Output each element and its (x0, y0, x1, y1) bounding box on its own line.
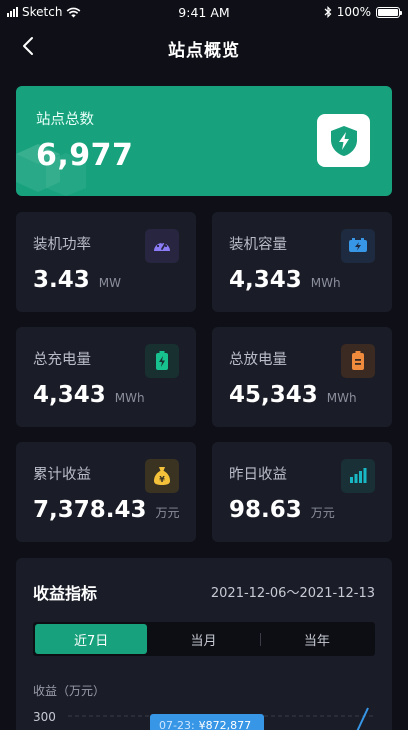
panel-title: 收益指标 (33, 584, 98, 603)
date-range[interactable]: 2021-12-06～2021-12-13 (211, 582, 375, 601)
tab-last-7-days[interactable]: 近7日 (35, 624, 148, 654)
period-tabs: 近7日 当月 当年 (33, 622, 375, 656)
stat-value: 45,343 (229, 382, 318, 408)
chart-y-tick: 300 (33, 710, 56, 724)
stat-value: 4,343 (33, 382, 106, 408)
status-right: 100% (324, 5, 402, 19)
status-bar: Sketch 9:41 AM 100% (0, 0, 408, 24)
total-sites-card: 站点总数 6,977 (16, 86, 392, 196)
stat-label: 累计收益 (33, 467, 91, 483)
stat-card-discharge: 总放电量 45,343 MWh (212, 327, 392, 427)
gauge-icon (145, 229, 179, 263)
battery-icon (376, 6, 402, 18)
tab-this-year[interactable]: 当年 (261, 624, 373, 654)
stat-label: 总充电量 (33, 352, 91, 368)
nav-bar: 站点概览 (0, 30, 408, 64)
stat-value-row: 7,378.43 万元 (33, 497, 180, 523)
stat-value-row: 3.43 MW (33, 267, 121, 293)
stat-unit: 万元 (155, 506, 180, 520)
stat-card-power: 装机功率 3.43 MW (16, 212, 196, 312)
stat-value-row: 98.63 万元 (229, 497, 335, 523)
stat-label: 总放电量 (229, 352, 287, 368)
stat-label: 装机容量 (229, 237, 287, 253)
battery-discharge-icon (341, 344, 375, 378)
battery-percent: 100% (336, 5, 371, 19)
stat-unit: MWh (326, 391, 357, 405)
battery-charge-icon (145, 344, 179, 378)
chart-y-axis-label: 收益（万元） (33, 684, 106, 698)
total-sites-value: 6,977 (36, 138, 134, 173)
stat-unit: 万元 (310, 506, 335, 520)
stat-value: 4,343 (229, 267, 302, 293)
stat-unit: MWh (310, 276, 341, 290)
svg-text:¥: ¥ (159, 475, 165, 484)
stat-unit: MW (98, 276, 121, 290)
stat-value: 7,378.43 (33, 497, 147, 523)
tooltip-date: 07-23: (159, 718, 195, 730)
bar-chart-icon (341, 459, 375, 493)
page-title: 站点概览 (168, 41, 240, 61)
bluetooth-icon (324, 6, 332, 18)
stat-value-row: 4,343 MWh (33, 382, 145, 408)
money-bag-icon: ¥ (145, 459, 179, 493)
stat-label: 昨日收益 (229, 467, 287, 483)
tab-this-month[interactable]: 当月 (147, 624, 259, 654)
stat-value: 3.43 (33, 267, 90, 293)
chart-tooltip: 07-23: ¥872,877 (150, 714, 264, 730)
battery-bolt-icon (341, 229, 375, 263)
chart-series-line (356, 707, 369, 730)
tooltip-value: ¥872,877 (198, 718, 252, 730)
battery-fill (378, 8, 398, 16)
stat-label: 装机功率 (33, 237, 91, 253)
stat-value-row: 45,343 MWh (229, 382, 357, 408)
stat-card-charge: 总充电量 4,343 MWh (16, 327, 196, 427)
shield-bolt-icon (317, 114, 370, 167)
stat-unit: MWh (114, 391, 145, 405)
total-sites-label: 站点总数 (36, 112, 94, 128)
stat-card-yesterday-revenue: 昨日收益 98.63 万元 (212, 442, 392, 542)
stat-value-row: 4,343 MWh (229, 267, 341, 293)
stat-card-capacity: 装机容量 4,343 MWh (212, 212, 392, 312)
stat-value: 98.63 (229, 497, 302, 523)
stat-card-total-revenue: 累计收益 7,378.43 万元 ¥ (16, 442, 196, 542)
revenue-panel: 收益指标 2021-12-06～2021-12-13 近7日 当月 当年 收益（… (16, 558, 392, 730)
